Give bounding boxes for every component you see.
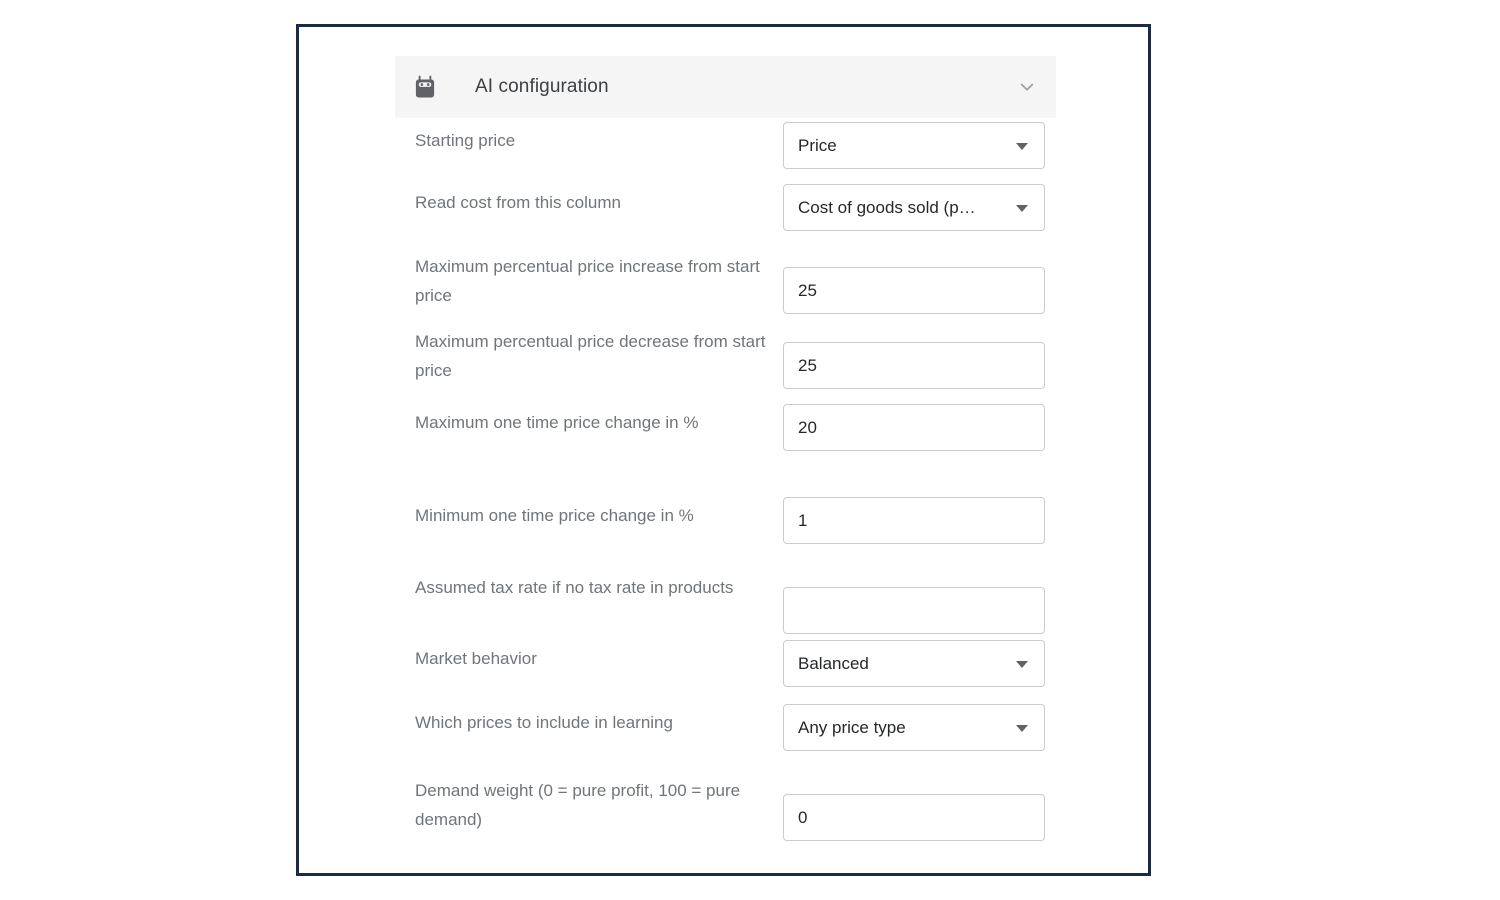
form-row-maximum-percentual-price-decrease: Maximum percentual price decrease from s… bbox=[395, 327, 1056, 389]
caret-down-icon bbox=[1016, 204, 1028, 212]
form-row-demand-weight: Demand weight (0 = pure profit, 100 = pu… bbox=[395, 776, 1056, 841]
input-maximum-one-time-price-change-value: 20 bbox=[798, 417, 817, 437]
form-row-market-behavior: Market behavior Balanced bbox=[395, 640, 1056, 702]
label-maximum-one-time-price-change: Maximum one time price change in % bbox=[415, 413, 699, 432]
robot-icon bbox=[415, 75, 435, 98]
field-maximum-percentual-price-increase: 25 bbox=[783, 267, 1045, 314]
select-read-cost-from-this-column-value: Cost of goods sold (p… bbox=[798, 197, 976, 217]
input-maximum-percentual-price-increase-value: 25 bbox=[798, 280, 817, 300]
label-demand-weight: Demand weight (0 = pure profit, 100 = pu… bbox=[415, 781, 741, 829]
input-maximum-percentual-price-decrease[interactable]: 25 bbox=[783, 342, 1045, 389]
ai-configuration-form: Starting price Price Read cost from this… bbox=[395, 118, 1056, 841]
input-demand-weight-value: 0 bbox=[798, 807, 808, 827]
form-row-minimum-one-time-price-change: Minimum one time price change in % 1 bbox=[395, 497, 1056, 559]
field-read-cost-from-this-column: Cost of goods sold (p… bbox=[783, 184, 1045, 231]
field-maximum-percentual-price-decrease: 25 bbox=[783, 342, 1045, 389]
select-which-prices-to-include-in-learning[interactable]: Any price type bbox=[783, 704, 1045, 751]
label-assumed-tax-rate: Assumed tax rate if no tax rate in produ… bbox=[415, 578, 734, 597]
ai-configuration-panel: AI configuration Starting price Price Re… bbox=[395, 56, 1056, 841]
select-market-behavior-value: Balanced bbox=[798, 653, 869, 673]
label-starting-price: Starting price bbox=[415, 131, 516, 150]
select-which-prices-to-include-in-learning-value: Any price type bbox=[798, 717, 906, 737]
label-which-prices-to-include-in-learning: Which prices to include in learning bbox=[415, 713, 673, 732]
chevron-down-icon[interactable] bbox=[1016, 76, 1038, 98]
field-maximum-one-time-price-change: 20 bbox=[783, 404, 1045, 451]
label-maximum-percentual-price-decrease: Maximum percentual price decrease from s… bbox=[415, 332, 766, 380]
form-row-read-cost-from-this-column: Read cost from this column Cost of goods… bbox=[395, 184, 1056, 246]
select-read-cost-from-this-column[interactable]: Cost of goods sold (p… bbox=[783, 184, 1045, 231]
label-maximum-percentual-price-increase: Maximum percentual price increase from s… bbox=[415, 257, 760, 305]
input-maximum-percentual-price-increase[interactable]: 25 bbox=[783, 267, 1045, 314]
input-demand-weight[interactable]: 0 bbox=[783, 794, 1045, 841]
input-minimum-one-time-price-change[interactable]: 1 bbox=[783, 497, 1045, 544]
select-starting-price[interactable]: Price bbox=[783, 122, 1045, 169]
input-maximum-one-time-price-change[interactable]: 20 bbox=[783, 404, 1045, 451]
label-market-behavior: Market behavior bbox=[415, 649, 537, 668]
select-starting-price-value: Price bbox=[798, 135, 837, 155]
label-read-cost-from-this-column: Read cost from this column bbox=[415, 193, 621, 212]
field-starting-price: Price bbox=[783, 122, 1045, 169]
form-row-maximum-one-time-price-change: Maximum one time price change in % 20 bbox=[395, 404, 1056, 466]
field-assumed-tax-rate bbox=[783, 587, 1045, 634]
field-demand-weight: 0 bbox=[783, 794, 1045, 841]
form-row-maximum-percentual-price-increase: Maximum percentual price increase from s… bbox=[395, 252, 1056, 314]
input-maximum-percentual-price-decrease-value: 25 bbox=[798, 355, 817, 375]
caret-down-icon bbox=[1016, 724, 1028, 732]
field-which-prices-to-include-in-learning: Any price type bbox=[783, 704, 1045, 751]
field-market-behavior: Balanced bbox=[783, 640, 1045, 687]
field-minimum-one-time-price-change: 1 bbox=[783, 497, 1045, 544]
input-assumed-tax-rate[interactable] bbox=[783, 587, 1045, 634]
app-frame: AI configuration Starting price Price Re… bbox=[296, 24, 1151, 876]
ai-configuration-header[interactable]: AI configuration bbox=[395, 56, 1056, 118]
label-minimum-one-time-price-change: Minimum one time price change in % bbox=[415, 506, 694, 525]
panel-title: AI configuration bbox=[475, 76, 609, 97]
form-row-starting-price: Starting price Price bbox=[395, 122, 1056, 184]
form-row-which-prices-to-include-in-learning: Which prices to include in learning Any … bbox=[395, 704, 1056, 766]
caret-down-icon bbox=[1016, 660, 1028, 668]
input-minimum-one-time-price-change-value: 1 bbox=[798, 510, 808, 530]
caret-down-icon bbox=[1016, 142, 1028, 150]
form-row-assumed-tax-rate: Assumed tax rate if no tax rate in produ… bbox=[395, 573, 1056, 635]
select-market-behavior[interactable]: Balanced bbox=[783, 640, 1045, 687]
